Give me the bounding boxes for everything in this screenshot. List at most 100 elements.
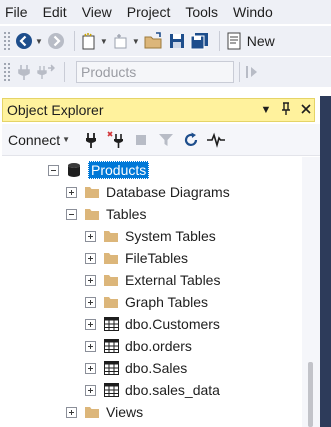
- change-connection-button[interactable]: [37, 60, 55, 84]
- object-explorer-tree: Products Database Diagrams Tables System…: [2, 157, 302, 427]
- back-button[interactable]: ▼: [15, 29, 43, 53]
- connect-object-explorer-button[interactable]: [80, 129, 102, 151]
- save-all-icon: [190, 33, 208, 50]
- tree-node-graph-tables[interactable]: Graph Tables: [85, 291, 208, 313]
- back-arrow-icon: [16, 33, 32, 49]
- toolbar-separator: [239, 62, 240, 82]
- collapse-icon[interactable]: [48, 164, 59, 176]
- connect-dropdown-icon: ▼: [62, 135, 71, 144]
- disconnect-button[interactable]: [105, 129, 127, 151]
- expand-icon[interactable]: [66, 186, 77, 198]
- toolbar-grip[interactable]: [3, 62, 10, 82]
- folder-icon: [103, 250, 119, 266]
- object-explorer-title: Object Explorer: [7, 102, 104, 118]
- activity-monitor-icon: [207, 132, 226, 148]
- folder-icon: [103, 228, 119, 244]
- table-icon: [103, 338, 119, 354]
- back-dropdown-icon[interactable]: ▼: [35, 37, 43, 46]
- new-project-icon: [82, 33, 95, 50]
- close-glyph: [301, 103, 311, 114]
- menu-edit[interactable]: Edit: [38, 0, 77, 24]
- pin-glyph: [282, 101, 290, 115]
- tree-node-dbo-sales-data[interactable]: dbo.sales_data: [85, 379, 220, 401]
- forward-arrow-icon: [47, 33, 64, 49]
- save-button[interactable]: [168, 29, 186, 53]
- expand-icon[interactable]: [85, 296, 96, 308]
- folder-icon: [84, 184, 100, 200]
- table-icon: [103, 360, 119, 376]
- toolbar-separator: [73, 31, 75, 51]
- tree-node-label: System Tables: [125, 228, 216, 244]
- document-well-edge: [320, 96, 331, 427]
- menu-file[interactable]: File: [0, 0, 38, 24]
- toolbar-separator: [64, 62, 65, 82]
- expand-icon[interactable]: [85, 362, 96, 374]
- tree-node-label: dbo.orders: [125, 338, 192, 354]
- window-position-icon[interactable]: ▼: [258, 104, 274, 116]
- database-icon: [66, 162, 82, 178]
- menu-window[interactable]: Windo: [228, 0, 283, 24]
- tree-node-views[interactable]: Views: [66, 401, 143, 423]
- tree-node-products[interactable]: Products: [48, 159, 150, 181]
- filter-button[interactable]: [155, 129, 177, 151]
- tree-node-tables[interactable]: Tables: [66, 203, 146, 225]
- menu-project[interactable]: Project: [122, 0, 181, 24]
- tree-node-dbo-customers[interactable]: dbo.Customers: [85, 313, 220, 335]
- save-all-button[interactable]: [190, 29, 210, 53]
- new-query-button[interactable]: New: [225, 29, 275, 53]
- expand-icon[interactable]: [85, 318, 96, 330]
- tree-node-database-diagrams[interactable]: Database Diagrams: [66, 181, 230, 203]
- tree-node-label: Products: [88, 161, 150, 179]
- folder-icon: [103, 272, 119, 288]
- tree-node-label: External Tables: [125, 272, 221, 288]
- tree-node-dbo-sales[interactable]: dbo.Sales: [85, 357, 187, 379]
- tree-node-label: dbo.Sales: [125, 360, 188, 376]
- tree-node-dbo-orders[interactable]: dbo.orders: [85, 335, 192, 357]
- menu-view[interactable]: View: [77, 0, 122, 24]
- table-icon: [103, 382, 119, 398]
- add-item-dropdown-icon[interactable]: ▼: [132, 37, 140, 46]
- expand-icon[interactable]: [85, 252, 96, 264]
- connect-label: Connect: [8, 131, 61, 148]
- sql-editor-toolbar: Products: [0, 57, 331, 87]
- execute-button[interactable]: [245, 60, 259, 84]
- refresh-icon: [184, 132, 198, 146]
- tree-node-filetables[interactable]: FileTables: [85, 247, 188, 269]
- scrollbar-thumb[interactable]: [308, 362, 313, 427]
- tree-node-label: dbo.sales_data: [125, 382, 220, 398]
- menu-tools[interactable]: Tools: [180, 0, 228, 24]
- new-query-icon: [227, 32, 241, 50]
- available-databases-combo[interactable]: Products: [76, 61, 234, 83]
- add-item-button[interactable]: ▼: [112, 29, 140, 53]
- expand-icon[interactable]: [85, 384, 96, 396]
- tree-node-label: Graph Tables: [125, 294, 209, 310]
- folder-icon: [103, 294, 119, 310]
- expand-icon[interactable]: [66, 406, 77, 418]
- disconnect-icon: [107, 130, 124, 148]
- new-query-label: New: [246, 33, 275, 49]
- object-explorer-toolbar: Connect ▼: [2, 124, 320, 156]
- toolbar-grip[interactable]: [3, 31, 10, 51]
- stop-button[interactable]: [130, 129, 152, 151]
- connect-toolbar-button[interactable]: [15, 60, 33, 84]
- tree-node-label: Database Diagrams: [106, 184, 230, 200]
- execute-icon: [246, 66, 257, 78]
- tree-node-external-tables[interactable]: External Tables: [85, 269, 220, 291]
- vertical-scrollbar[interactable]: [302, 157, 320, 427]
- connect-dropdown-button[interactable]: Connect ▼: [8, 132, 70, 148]
- expand-icon[interactable]: [85, 274, 96, 286]
- new-project-button[interactable]: ▼: [80, 29, 108, 53]
- collapse-icon[interactable]: [66, 208, 77, 220]
- refresh-button[interactable]: [180, 129, 202, 151]
- new-project-dropdown-icon[interactable]: ▼: [100, 37, 108, 46]
- plug-icon: [86, 132, 97, 148]
- expand-icon[interactable]: [85, 340, 96, 352]
- open-file-button[interactable]: [144, 29, 164, 53]
- close-icon[interactable]: [298, 103, 314, 118]
- activity-monitor-button[interactable]: [205, 129, 227, 151]
- expand-icon[interactable]: [85, 230, 96, 242]
- tree-node-system-tables[interactable]: System Tables: [85, 225, 216, 247]
- pin-icon[interactable]: [278, 101, 294, 119]
- open-folder-icon: [144, 32, 162, 49]
- forward-button[interactable]: [47, 29, 65, 53]
